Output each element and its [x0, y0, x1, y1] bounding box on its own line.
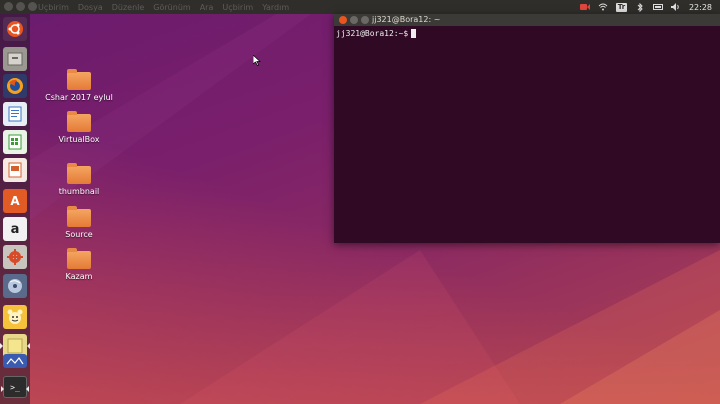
- desktop-folder-label: Cshar 2017 eylul: [45, 93, 113, 102]
- system-tray: Tr 22:28: [579, 0, 712, 14]
- window-controls: [4, 2, 37, 11]
- desktop-folder-label: Source: [65, 230, 93, 239]
- terminal-window-controls: [339, 16, 369, 24]
- files-drawer-icon: [7, 52, 23, 66]
- ubuntu-software-launcher[interactable]: A: [3, 189, 27, 213]
- mascot-face-icon: [7, 309, 23, 324]
- desktop-folder-label: thumbnail: [58, 187, 100, 196]
- menu-item-ara[interactable]: Ara: [200, 3, 214, 12]
- firefox-icon: [7, 78, 23, 94]
- folder-icon: [67, 163, 91, 184]
- terminal-cursor: [411, 29, 417, 38]
- terminal-window[interactable]: jj321@Bora12: ~ jj321@Bora12:~$: [334, 14, 720, 243]
- amazon-icon: a: [10, 221, 20, 237]
- calc-spreadsheet-icon: [8, 134, 22, 150]
- desktop-folder-kazam[interactable]: Kazam: [44, 248, 114, 281]
- minimize-window-button[interactable]: [16, 2, 25, 11]
- terminal-content[interactable]: jj321@Bora12:~$: [334, 26, 720, 41]
- libreoffice-writer-launcher[interactable]: [3, 102, 27, 126]
- desktop-folder-virtualbox[interactable]: VirtualBox: [44, 111, 114, 144]
- screenshot-icon: [6, 356, 24, 365]
- desktop-folder-label: VirtualBox: [58, 135, 100, 144]
- terminal-title: jj321@Bora12: ~: [372, 15, 441, 24]
- folder-icon: [67, 69, 91, 90]
- disk-icon: [8, 279, 22, 293]
- ubuntu-logo-icon: [7, 21, 23, 37]
- top-panel: Uçbirim Dosya Düzenle Görünüm Ara Uçbiri…: [0, 0, 720, 14]
- desktop-folder-cshar[interactable]: Cshar 2017 eylul: [44, 69, 114, 102]
- terminal-maximize-button[interactable]: [361, 16, 369, 24]
- folder-icon: [67, 206, 91, 227]
- terminal-icon: >_: [10, 382, 20, 392]
- impress-presentation-icon: [8, 162, 22, 178]
- menu-item-dosya[interactable]: Dosya: [78, 3, 103, 12]
- keyboard-layout-icon[interactable]: Tr: [615, 2, 627, 12]
- wifi-icon[interactable]: [598, 3, 608, 12]
- desktop-folder-label: Kazam: [65, 272, 93, 281]
- system-settings-launcher[interactable]: [3, 245, 27, 269]
- menu-item-duzenle[interactable]: Düzenle: [112, 3, 145, 12]
- mouse-pointer-icon: [253, 55, 261, 66]
- app-menu-bar: Uçbirim Dosya Düzenle Görünüm Ara Uçbiri…: [38, 0, 289, 14]
- terminal-prompt: jj321@Bora12:~$: [336, 29, 409, 38]
- writer-document-icon: [8, 106, 22, 122]
- maximize-window-button[interactable]: [28, 2, 37, 11]
- menu-item-ucbirim[interactable]: Uçbirim: [38, 3, 69, 12]
- desktop-folder-thumbnail[interactable]: thumbnail: [44, 163, 114, 196]
- launcher: A a >_: [0, 14, 30, 404]
- disk-utility-launcher[interactable]: [3, 274, 27, 298]
- clock[interactable]: 22:28: [689, 3, 712, 12]
- software-bag-icon: A: [10, 194, 20, 208]
- terminal-close-button[interactable]: [339, 16, 347, 24]
- folder-icon: [67, 111, 91, 132]
- menu-item-yardim[interactable]: Yardım: [262, 3, 289, 12]
- terminal-minimize-button[interactable]: [350, 16, 358, 24]
- ubuntu-dash-button[interactable]: [3, 17, 27, 41]
- menu-item-ucbirim-2[interactable]: Uçbirim: [222, 3, 253, 12]
- volume-icon[interactable]: [670, 3, 681, 12]
- firefox-launcher[interactable]: [3, 74, 27, 98]
- settings-wrench-icon: [7, 249, 23, 265]
- app-launcher-mascot[interactable]: [3, 305, 27, 329]
- camera-record-icon[interactable]: [579, 3, 590, 12]
- sticky-note-icon: [7, 338, 23, 354]
- libreoffice-calc-launcher[interactable]: [3, 130, 27, 154]
- battery-icon[interactable]: [652, 3, 663, 12]
- files-launcher[interactable]: [3, 47, 27, 71]
- amazon-launcher[interactable]: a: [3, 217, 27, 241]
- folder-icon: [67, 248, 91, 269]
- screenshot-tool-launcher[interactable]: [3, 354, 27, 368]
- desktop-folder-source[interactable]: Source: [44, 206, 114, 239]
- close-window-button[interactable]: [4, 2, 13, 11]
- bluetooth-icon[interactable]: [635, 2, 645, 12]
- libreoffice-impress-launcher[interactable]: [3, 158, 27, 182]
- menu-item-gorunum[interactable]: Görünüm: [153, 3, 190, 12]
- terminal-launcher[interactable]: >_: [1, 376, 29, 398]
- terminal-titlebar[interactable]: jj321@Bora12: ~: [334, 14, 720, 26]
